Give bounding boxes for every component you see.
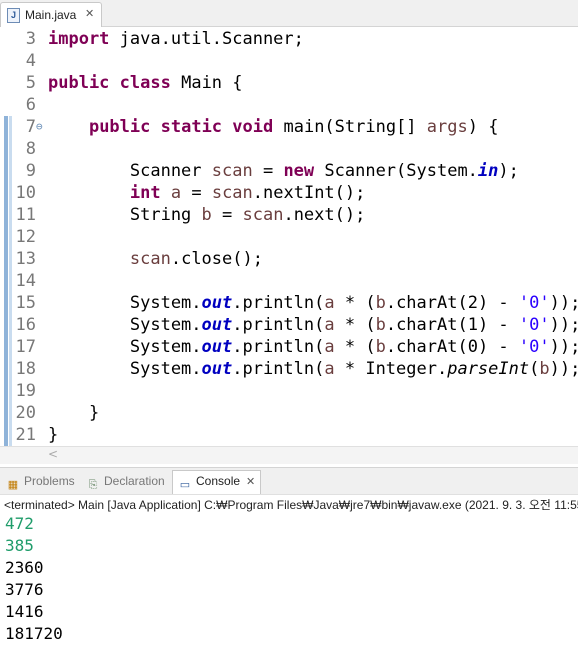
code-text: String b = scan.next(); [48,205,366,225]
problems-icon: ▦ [7,479,19,491]
code-text: Scanner scan = new Scanner(System.in); [48,161,519,181]
code-line[interactable]: 11 String b = scan.next(); [0,204,578,226]
code-line[interactable]: 7 ⊖ public static void main(String[] args… [0,116,578,138]
code-line[interactable]: 9 Scanner scan = new Scanner(System.in); [0,160,578,182]
code-line[interactable]: 6 [0,94,578,116]
code-line[interactable]: 4 [0,50,578,72]
console-output-line: 1416 [5,602,44,621]
line-number: 10 [15,183,36,203]
tab-problems[interactable]: ▦ Problems [6,471,75,491]
line-number: 5 [25,73,36,93]
code-text: System.out.println(a * (b.charAt(1) - '0… [48,315,578,335]
code-line[interactable]: 12 [0,226,578,248]
line-number: 4 [25,51,36,71]
declaration-icon: ⎘ [88,479,98,491]
tab-console-label: Console [196,474,241,488]
tab-declaration-label: Declaration [104,474,165,488]
fold-toggle-icon[interactable]: ⊖ [36,116,43,138]
horizontal-scrollbar[interactable]: < [0,446,578,464]
code-line[interactable]: 18 System.out.println(a * Integer.parseI… [0,358,578,380]
editor-tab-bar: J Main.java ✕ [0,0,578,27]
line-number: 3 [25,29,36,49]
code-line[interactable]: 16 System.out.println(a * (b.charAt(1) -… [0,314,578,336]
code-editor[interactable]: 3 import java.util.Scanner; 4 5 public class… [0,28,578,452]
line-number: 14 [15,271,36,291]
line-number: 16 [15,315,36,335]
line-number: 20 [15,403,36,423]
line-number: 17 [15,337,36,357]
code-line[interactable]: 20 } [0,402,578,424]
line-number: 18 [15,359,36,379]
line-number: 13 [15,249,36,269]
console-icon: ▭ [179,479,191,491]
code-text: import java.util.Scanner; [48,29,304,49]
code-line[interactable]: 17 System.out.println(a * (b.charAt(0) -… [0,336,578,358]
bottom-panel-tabs: ▦ Problems ⎘ Declaration ▭ Console ✕ [0,467,578,495]
console-input-line: 472 [5,514,34,533]
code-line[interactable]: 10 int a = scan.nextInt(); [0,182,578,204]
tab-label: Main.java [25,8,77,22]
code-text: } [48,403,100,423]
line-number: 12 [15,227,36,247]
tab-main-java[interactable]: J Main.java ✕ [0,2,102,27]
close-icon[interactable]: ✕ [246,476,255,488]
code-text: System.out.println(a * (b.charAt(0) - '0… [48,337,578,357]
line-number: 15 [15,293,36,313]
scroll-left-icon[interactable]: < [48,447,58,461]
code-text: } [48,425,59,445]
code-text: int a = scan.nextInt(); [129,183,366,203]
console-output-line: 3776 [5,580,44,599]
java-file-icon: J [7,8,20,23]
code-text: public static void main(String[] args) { [88,117,499,137]
console-input-line: 385 [5,536,34,555]
code-line[interactable]: 13 scan.close(); [0,248,578,270]
line-number: 7 [25,117,36,137]
console-output-line: 2360 [5,558,44,577]
tab-declaration[interactable]: ⎘ Declaration [86,471,165,491]
console-output-line: 181720 [5,624,63,643]
code-text: System.out.println(a * (b.charAt(2) - '0… [48,293,578,313]
close-icon[interactable]: ✕ [85,7,94,20]
code-line[interactable]: 15 System.out.println(a * (b.charAt(2) -… [0,292,578,314]
code-line[interactable]: 3 import java.util.Scanner; [0,28,578,50]
line-number: 19 [15,381,36,401]
code-line[interactable]: 5 public class Main { [0,72,578,94]
line-number: 21 [15,425,36,445]
tab-problems-label: Problems [24,474,75,488]
tab-console[interactable]: ▭ Console ✕ [172,470,262,494]
code-line[interactable]: 19 [0,380,578,402]
console-status: <terminated> Main [Java Application] C:₩… [4,498,578,512]
line-number: 8 [25,139,36,159]
line-number: 6 [25,95,36,115]
code-text: System.out.println(a * Integer.parseInt(… [48,359,578,379]
code-line[interactable]: 8 [0,138,578,160]
code-text: public class Main { [48,73,243,93]
line-number: 11 [15,205,36,225]
line-number: 9 [25,161,36,181]
code-line[interactable]: 14 [0,270,578,292]
code-line[interactable]: 21} [0,424,578,446]
code-text: scan.close(); [129,249,263,269]
